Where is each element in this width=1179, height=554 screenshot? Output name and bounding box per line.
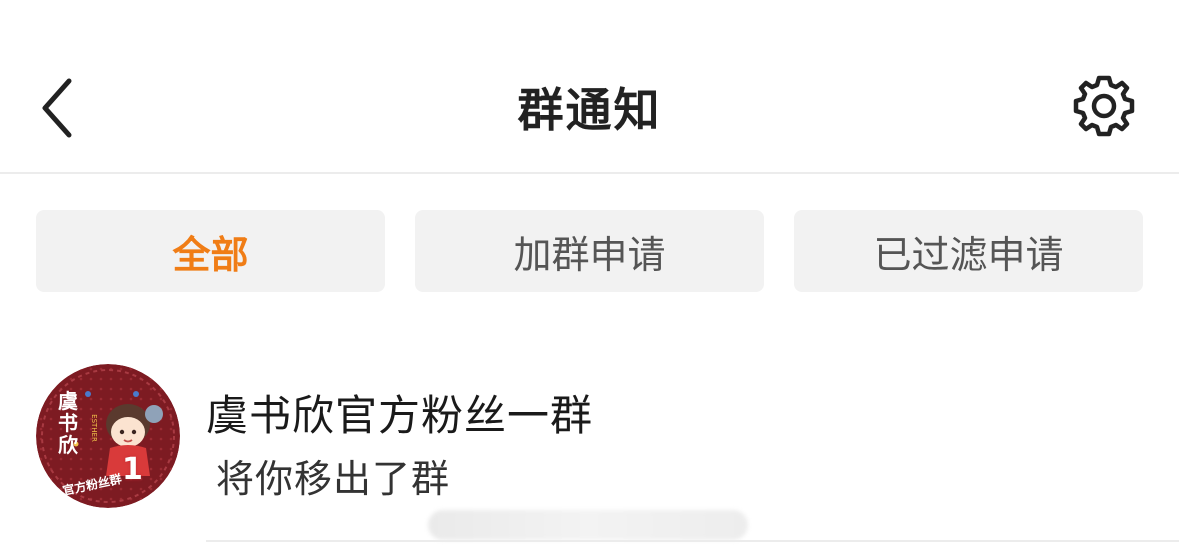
tab-all[interactable]: 全部 xyxy=(36,210,385,292)
group-name: 虞书欣官方粉丝一群 xyxy=(206,391,594,440)
avatar-text-en: ESTHER xyxy=(89,414,98,442)
tab-filtered-requests[interactable]: 已过滤申请 xyxy=(794,210,1143,292)
filter-tabs: 全部 加群申请 已过滤申请 xyxy=(36,210,1143,292)
divider xyxy=(206,540,1179,542)
notice-message: 将你移出了群 xyxy=(216,457,451,501)
gear-icon xyxy=(1073,75,1135,137)
group-avatar[interactable]: 虞书欣 ESTHER 官方粉丝群 1 xyxy=(36,364,180,508)
tab-join-requests[interactable]: 加群申请 xyxy=(415,210,764,292)
notice-item[interactable]: 虞书欣 ESTHER 官方粉丝群 1 虞书欣官方粉丝一群 将你移出了群 xyxy=(0,340,1179,554)
page-title: 群通知 xyxy=(517,83,662,137)
settings-button[interactable] xyxy=(1064,66,1144,146)
avatar-text-main: 虞书欣 xyxy=(58,389,78,457)
blurred-region xyxy=(428,510,748,540)
top-bar: 群通知 xyxy=(0,0,1179,174)
avatar-number: 1 xyxy=(122,452,143,487)
